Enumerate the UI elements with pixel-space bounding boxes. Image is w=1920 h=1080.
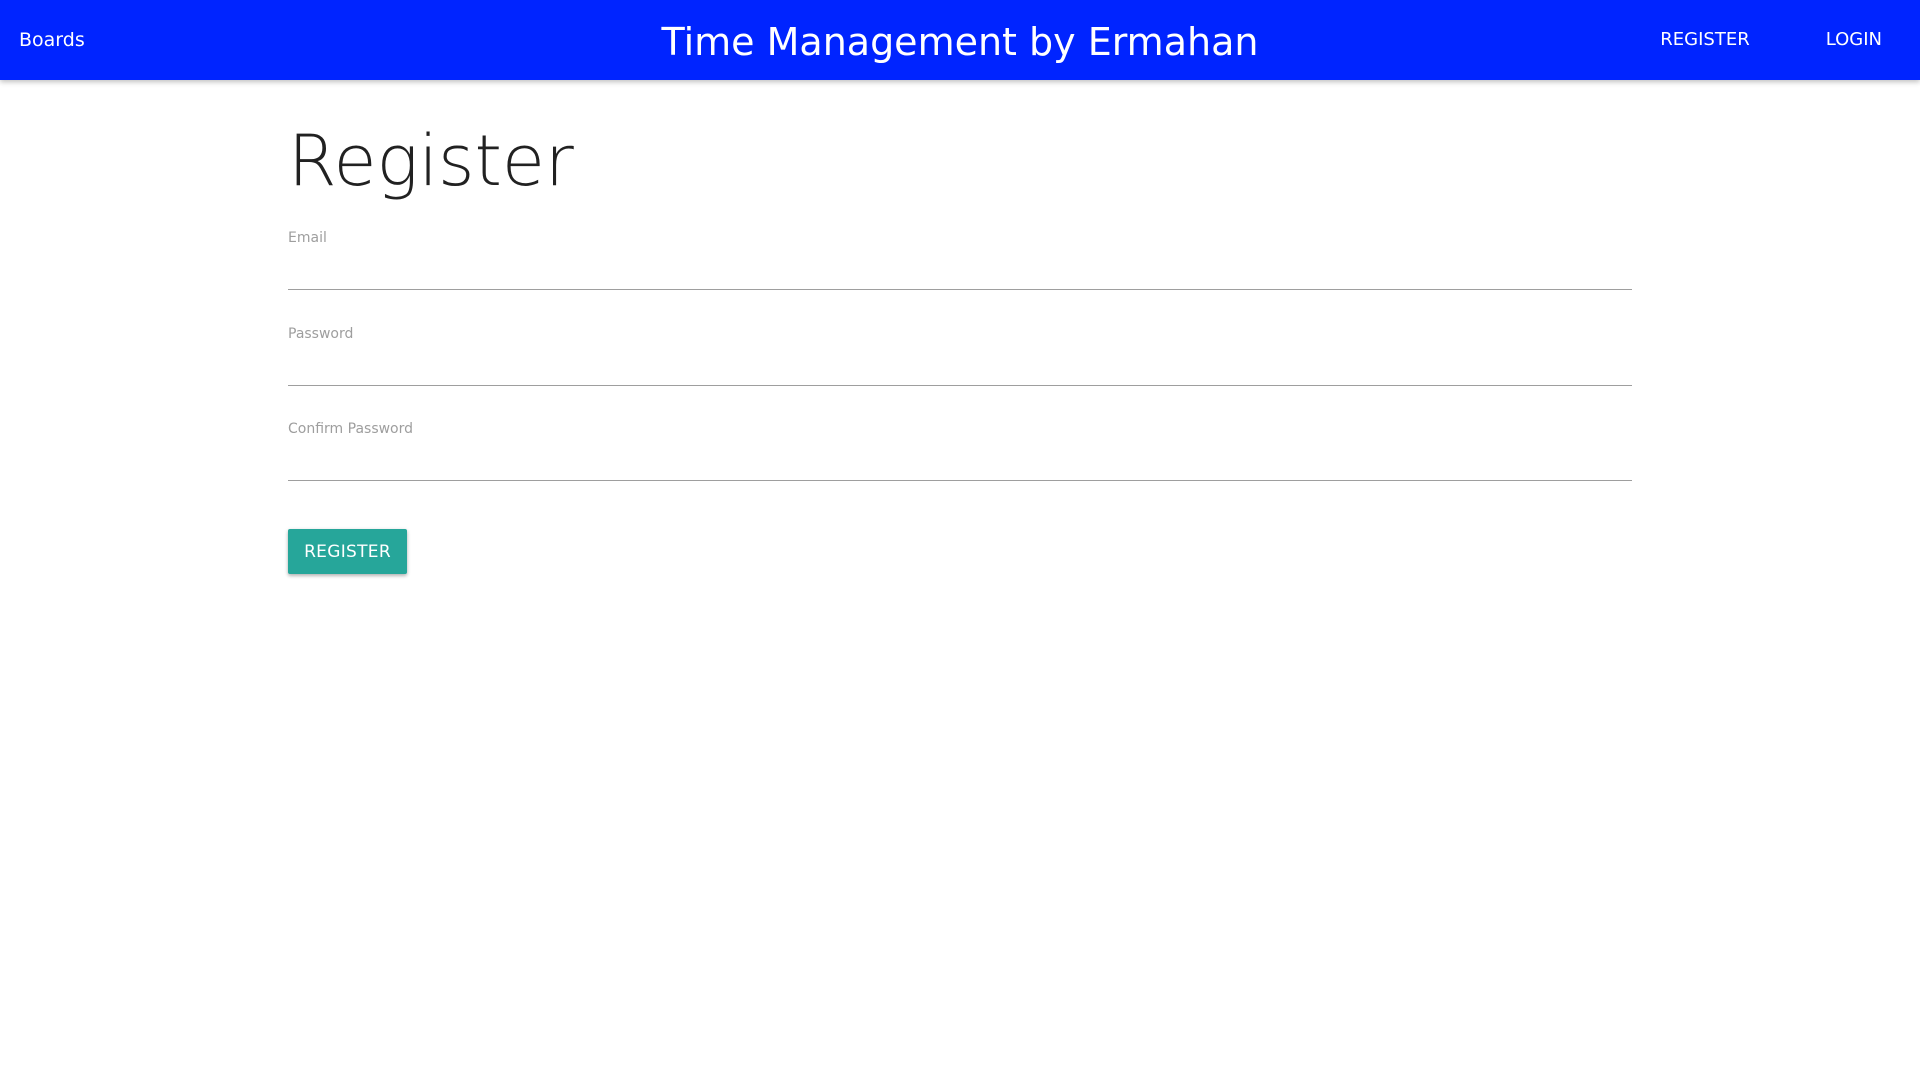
confirm-password-input[interactable] (288, 443, 1632, 481)
page-title: Register (288, 120, 574, 202)
email-input[interactable] (288, 252, 1632, 290)
email-field-group: Email (288, 230, 1632, 310)
password-input[interactable] (288, 348, 1632, 386)
confirm-password-field-group: Confirm Password (288, 421, 1632, 501)
nav-link-register[interactable]: REGISTER (1660, 0, 1749, 82)
confirm-password-label: Confirm Password (288, 421, 414, 437)
email-label: Email (288, 230, 327, 246)
password-field-group: Password (288, 326, 1632, 406)
nav-right-links: REGISTER LOGIN (1622, 0, 1920, 80)
nav-link-login[interactable]: LOGIN (1826, 0, 1882, 82)
register-button[interactable]: REGISTER (288, 529, 407, 574)
top-navbar: Boards Time Management by Ermahan REGIST… (0, 0, 1920, 80)
nav-link-boards[interactable]: Boards (19, 0, 85, 80)
password-label: Password (288, 326, 354, 342)
